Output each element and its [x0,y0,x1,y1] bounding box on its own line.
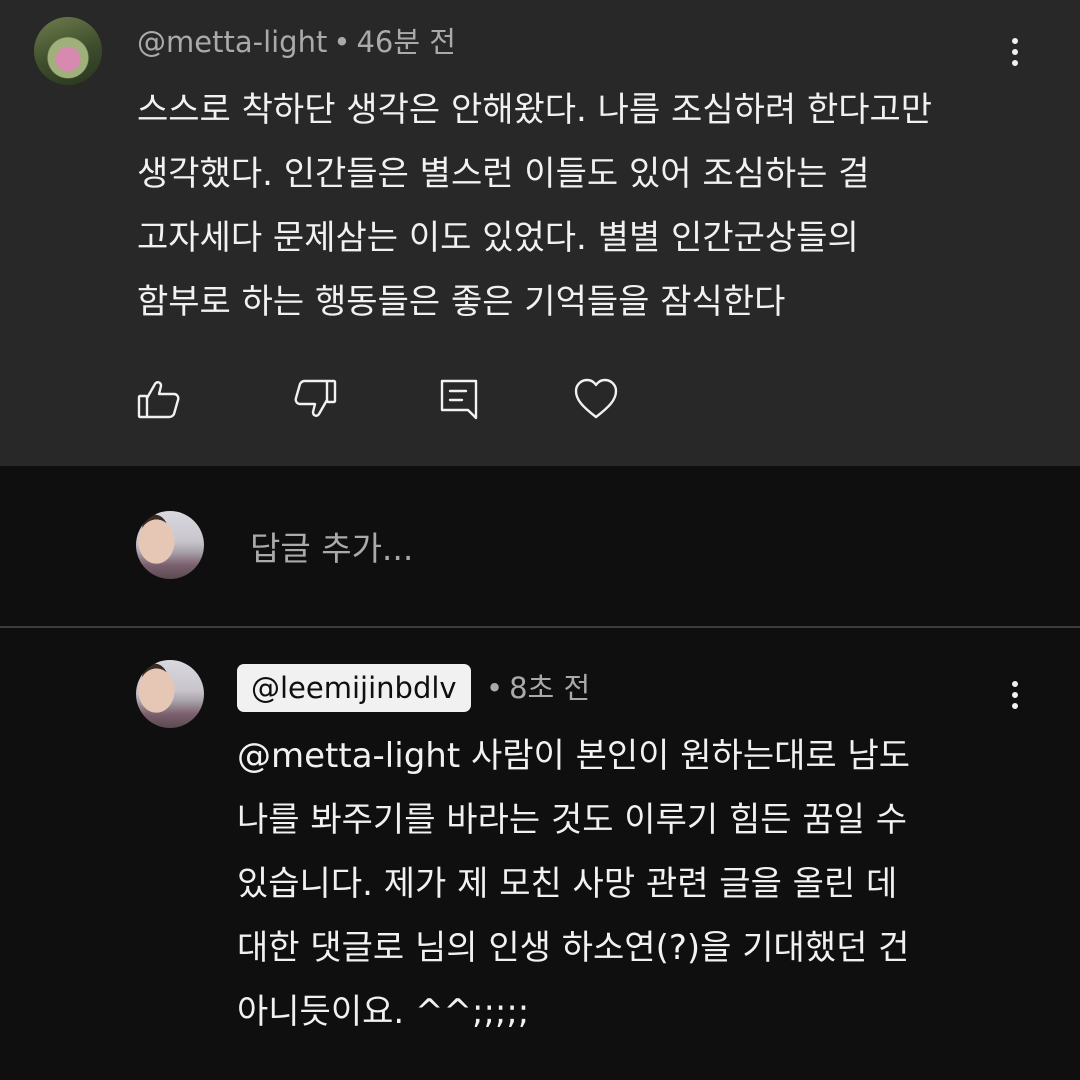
dislike-icon[interactable] [292,376,338,422]
comment-line: 함부로 하는 행동들은 좋은 기억들을 잠식한다 [137,282,786,322]
reply-line: 있습니다. 제가 제 모친 사망 관련 글을 올린 데 [237,864,898,904]
author-name-chip[interactable]: @leemijinbdlv [237,664,471,712]
reply-line: 아니듯이요. ^^;;;;; [237,992,530,1032]
avatar-current-user [136,511,204,579]
like-icon[interactable] [136,376,182,422]
avatar-leemijinbdlv[interactable] [136,660,204,728]
reply-input[interactable]: 답글 추가... [250,525,413,573]
more-options-icon[interactable] [1004,32,1024,72]
reply-line: 대한 댓글로 님의 인생 하소연(?)을 기대했던 건 [237,928,910,968]
comment-line: 고자세다 문제삼는 이도 있었다. 별별 인간군상들의 [137,218,859,258]
heart-icon[interactable] [573,376,619,422]
comment-line: 생각했다. 인간들은 별스런 이들도 있어 조심하는 걸 [137,154,870,194]
comment-body: 스스로 착하단 생각은 안해왔다. 나름 조심하려 한다고만 생각했다. 인간들… [137,78,1017,334]
more-options-icon[interactable] [1004,675,1024,715]
reply-line: @metta-light 사람이 본인이 원하는대로 남도 [237,736,911,776]
reply-icon[interactable] [436,376,482,422]
comment-header: @metta-light • 46분 전 [137,22,456,62]
separator-dot: • [333,25,351,59]
avatar-metta-light[interactable] [34,17,102,85]
reply-line: 나를 봐주기를 바라는 것도 이루기 힘든 꿈일 수 [237,800,907,840]
divider [0,626,1080,628]
comment-time: 46분 전 [356,25,456,59]
author-name[interactable]: @metta-light [137,25,327,59]
reply-time: 8초 전 [509,671,591,705]
reply-body: @metta-light 사람이 본인이 원하는대로 남도 나를 봐주기를 바라… [237,724,997,1044]
reply-header-meta: • 8초 전 [486,664,590,712]
comment-line: 스스로 착하단 생각은 안해왔다. 나름 조심하려 한다고만 [137,90,933,130]
separator-dot: • [486,671,504,705]
